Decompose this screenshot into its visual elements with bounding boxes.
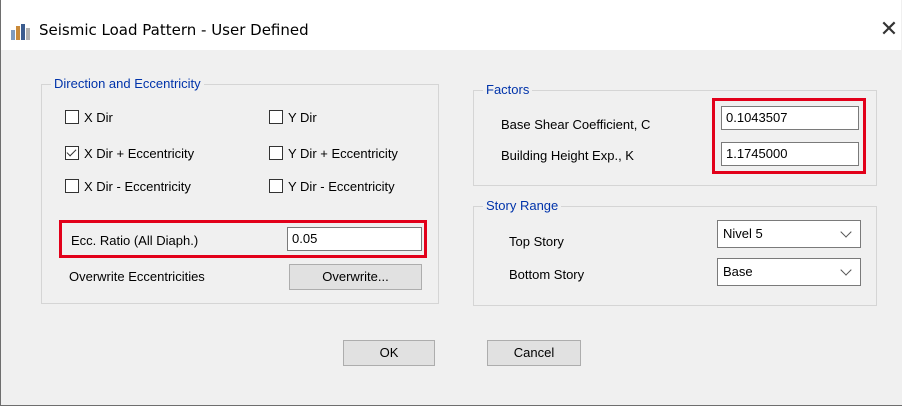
checkbox-box: [269, 179, 283, 193]
checkbox-box: [269, 146, 283, 160]
top-story-select[interactable]: Nivel 5: [717, 220, 861, 248]
checkbox-label: X Dir - Eccentricity: [84, 178, 191, 194]
checkbox-x-dir-minus-ecc[interactable]: X Dir - Eccentricity: [65, 177, 191, 195]
cancel-button[interactable]: Cancel: [487, 340, 581, 366]
story-range-label: Story Range: [483, 198, 562, 213]
checkbox-label: X Dir: [84, 109, 113, 125]
checkbox-label: X Dir + Eccentricity: [84, 145, 195, 161]
checkbox-box: [65, 110, 79, 124]
checkbox-box: [269, 110, 283, 124]
checkbox-box: [65, 179, 79, 193]
checkbox-y-dir-plus-ecc[interactable]: Y Dir + Eccentricity: [269, 144, 398, 162]
ecc-ratio-input[interactable]: 0.05: [287, 227, 422, 251]
seismic-load-pattern-dialog: Seismic Load Pattern - User Defined ✕ Di…: [0, 0, 902, 406]
chevron-down-icon: [840, 226, 852, 238]
bottom-story-value: Base: [723, 264, 753, 279]
chevron-down-icon: [840, 264, 852, 276]
window-title: Seismic Load Pattern - User Defined: [39, 21, 309, 39]
close-icon[interactable]: ✕: [877, 16, 901, 42]
top-story-value: Nivel 5: [723, 226, 763, 241]
factors-label: Factors: [483, 82, 533, 97]
ecc-ratio-label: Ecc. Ratio (All Diaph.): [71, 233, 199, 248]
height-exp-input[interactable]: 1.1745000: [721, 142, 859, 166]
checkbox-x-dir[interactable]: X Dir: [65, 108, 113, 126]
checkbox-x-dir-plus-ecc[interactable]: X Dir + Eccentricity: [65, 144, 194, 162]
overwrite-button[interactable]: Overwrite...: [289, 264, 422, 290]
top-story-label: Top Story: [509, 234, 564, 249]
direction-eccentricity-label: Direction and Eccentricity: [51, 76, 204, 91]
bottom-story-select[interactable]: Base: [717, 258, 861, 286]
checkbox-check-icon: [65, 146, 79, 160]
checkbox-label: Y Dir + Eccentricity: [288, 145, 398, 161]
height-exp-label: Building Height Exp., K: [501, 148, 634, 163]
checkbox-label: Y Dir: [288, 109, 317, 125]
base-shear-label: Base Shear Coefficient, C: [501, 117, 651, 132]
bottom-story-label: Bottom Story: [509, 267, 585, 282]
base-shear-input[interactable]: 0.1043507: [721, 106, 859, 130]
title-bar: Seismic Load Pattern - User Defined ✕: [1, 0, 901, 50]
checkbox-y-dir[interactable]: Y Dir: [269, 108, 317, 126]
ok-button[interactable]: OK: [343, 340, 435, 366]
app-icon: [11, 24, 30, 40]
checkbox-label: Y Dir - Eccentricity: [288, 178, 395, 194]
overwrite-eccentricities-label: Overwrite Eccentricities: [69, 269, 205, 284]
checkbox-y-dir-minus-ecc[interactable]: Y Dir - Eccentricity: [269, 177, 395, 195]
